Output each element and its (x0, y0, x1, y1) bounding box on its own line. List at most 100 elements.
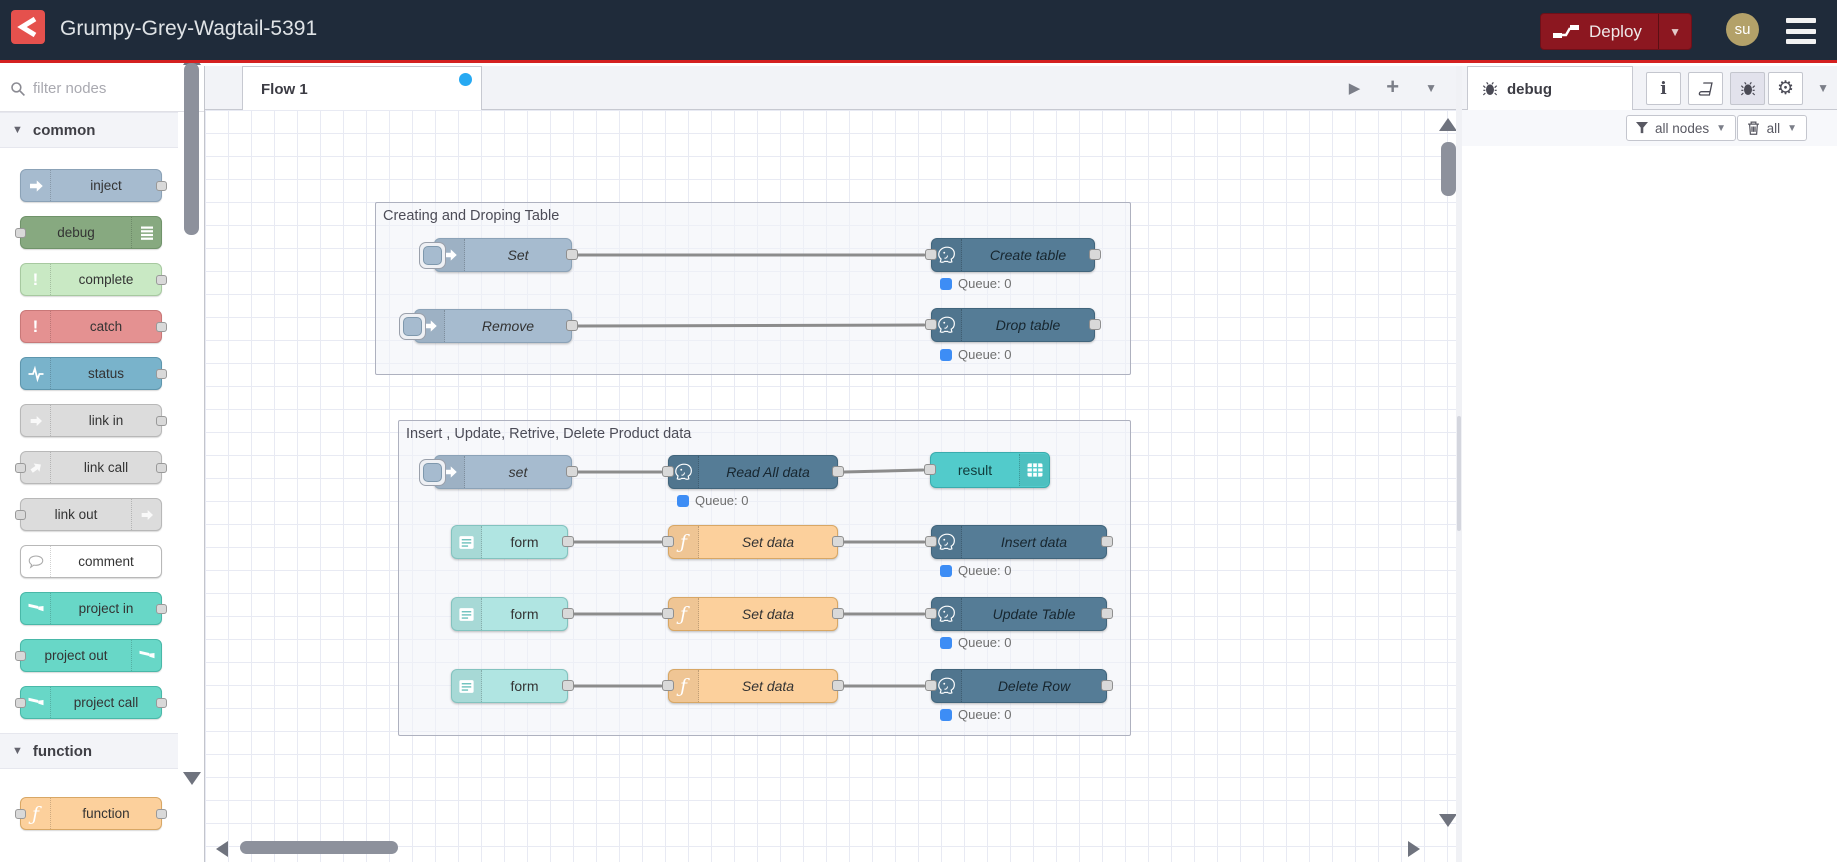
input-port (15, 650, 26, 661)
splitter-thumb[interactable] (1457, 416, 1461, 531)
output-port[interactable] (832, 466, 844, 477)
flow-node-postgres-delete-row[interactable]: Delete Row (925, 669, 1113, 703)
tab-flow-1[interactable]: Flow 1 (242, 66, 482, 111)
output-port[interactable] (562, 536, 574, 547)
palette-section-function[interactable]: ▼ function (0, 733, 178, 769)
menu-icon[interactable] (1786, 18, 1816, 44)
filter-nodes-input[interactable] (33, 80, 153, 97)
flow-node-inject-remove[interactable]: Remove (399, 309, 578, 343)
input-port (15, 697, 26, 708)
output-port[interactable] (832, 608, 844, 619)
form-icon (452, 526, 482, 558)
palette-filter[interactable] (0, 66, 204, 112)
canvas-scroll-down[interactable] (1439, 814, 1457, 827)
output-port[interactable] (832, 680, 844, 691)
canvas-scroll-right[interactable] (1408, 841, 1420, 857)
flow-node-postgres-read-all-data[interactable]: Read All data (662, 455, 844, 489)
help-button[interactable] (1688, 72, 1723, 105)
output-port[interactable] (832, 536, 844, 547)
filter-funnel-icon (1636, 122, 1649, 134)
output-port[interactable] (1089, 319, 1101, 330)
canvas-scroll-up[interactable] (1439, 118, 1457, 131)
palette-node-link-call[interactable]: link call (15, 451, 167, 484)
tab-toolbar: ▶ + ▼ (1349, 66, 1437, 110)
output-port[interactable] (562, 680, 574, 691)
palette-node-project-out[interactable]: project out (15, 639, 162, 672)
palette-node-link-out[interactable]: link out (15, 498, 162, 531)
inject-button[interactable] (419, 242, 446, 269)
output-port[interactable] (1101, 608, 1113, 619)
input-port[interactable] (925, 249, 937, 260)
info-icon: i (1660, 78, 1667, 99)
wire[interactable] (576, 323, 926, 328)
output-port[interactable] (1101, 536, 1113, 547)
output-port[interactable] (1101, 680, 1113, 691)
tab-debug[interactable]: debug (1467, 66, 1633, 111)
input-port[interactable] (662, 536, 674, 547)
sidebar-options-caret-icon[interactable]: ▼ (1817, 81, 1829, 95)
inject-button[interactable] (419, 459, 446, 486)
flow-node-function-set-data-1[interactable]: ƒ Set data (662, 525, 844, 559)
canvas-hscrollbar-thumb[interactable] (240, 841, 398, 854)
canvas-scroll-left[interactable] (216, 841, 228, 857)
canvas-vscrollbar-thumb[interactable] (1441, 142, 1456, 196)
input-port[interactable] (925, 319, 937, 330)
flow-node-function-set-data-3[interactable]: ƒ Set data (662, 669, 844, 703)
flow-list-caret-icon[interactable]: ▼ (1425, 81, 1437, 95)
palette-node-debug[interactable]: debug (15, 216, 162, 249)
input-port[interactable] (662, 466, 674, 477)
settings-button[interactable]: ⚙ (1768, 72, 1803, 105)
flow-node-postgres-update-table[interactable]: Update Table (925, 597, 1113, 631)
flow-node-function-set-data-2[interactable]: ƒ Set data (662, 597, 844, 631)
flow-node-form-2[interactable]: form (451, 597, 574, 631)
debug-button[interactable] (1730, 72, 1765, 105)
flow-node-form-1[interactable]: form (451, 525, 574, 559)
flow-node-inject-set[interactable]: Set (419, 238, 578, 272)
palette-node-status[interactable]: status (20, 357, 167, 390)
palette-node-project-in[interactable]: project in (20, 592, 167, 625)
inject-button[interactable] (399, 313, 426, 340)
input-port[interactable] (925, 536, 937, 547)
input-port[interactable] (924, 464, 936, 475)
header: Grumpy-Grey-Wagtail-5391 Deploy ▼ su (0, 0, 1837, 63)
output-port (156, 808, 167, 819)
flow-node-postgres-insert-data[interactable]: Insert data (925, 525, 1113, 559)
deploy-button[interactable]: Deploy ▼ (1540, 13, 1692, 50)
flow-node-form-3[interactable]: form (451, 669, 574, 703)
next-tab-icon[interactable]: ▶ (1349, 79, 1361, 97)
output-port[interactable] (566, 249, 578, 260)
input-port[interactable] (662, 680, 674, 691)
flow-node-inject-set2[interactable]: set (419, 455, 578, 489)
info-button[interactable]: i (1646, 72, 1681, 105)
output-port[interactable] (1089, 249, 1101, 260)
palette-node-comment[interactable]: comment (20, 545, 162, 578)
input-port[interactable] (662, 608, 674, 619)
sidebar: debug i ⚙ ▼ all nodes ▼ all ▼ (1462, 66, 1837, 862)
wire[interactable] (842, 468, 925, 474)
palette-node-project-call[interactable]: project call (15, 686, 167, 719)
palette-section-common[interactable]: ▼ common (0, 112, 178, 148)
debug-clear-button[interactable]: all ▼ (1736, 115, 1807, 141)
palette-node-function[interactable]: ƒ function (15, 797, 167, 830)
add-flow-icon[interactable]: + (1386, 74, 1399, 100)
palette-node-complete[interactable]: ! complete (20, 263, 167, 296)
output-port[interactable] (566, 466, 578, 477)
palette-node-link-in[interactable]: link in (20, 404, 167, 437)
palette-node-catch[interactable]: ! catch (20, 310, 167, 343)
flow-node-postgres-create-table[interactable]: Create table (925, 238, 1101, 272)
flow-node-result[interactable]: result (924, 452, 1050, 488)
debug-filter-button[interactable]: all nodes ▼ (1626, 115, 1736, 141)
debug-messages-panel[interactable] (1462, 146, 1837, 862)
deploy-options-caret[interactable]: ▼ (1658, 14, 1691, 49)
input-port[interactable] (925, 608, 937, 619)
input-port (15, 509, 26, 520)
palette-scroll-down[interactable] (183, 772, 201, 785)
palette-scrollbar-thumb[interactable] (184, 63, 199, 235)
output-port[interactable] (566, 320, 578, 331)
output-port[interactable] (562, 608, 574, 619)
input-port[interactable] (925, 680, 937, 691)
avatar[interactable]: su (1726, 13, 1759, 46)
palette-node-inject[interactable]: inject (20, 169, 167, 202)
bug-icon (1482, 81, 1498, 97)
flow-node-postgres-drop-table[interactable]: Drop table (925, 308, 1101, 342)
